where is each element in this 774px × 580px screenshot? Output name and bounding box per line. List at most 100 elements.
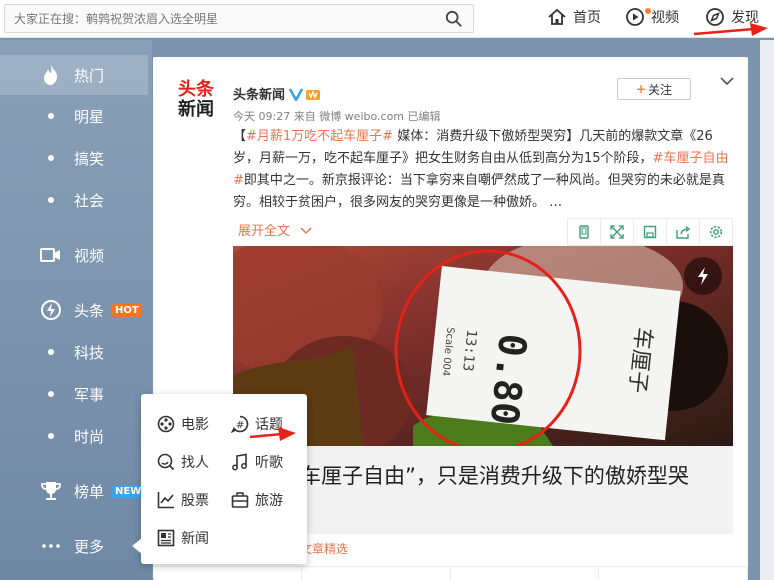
avatar-logo-line1: 头条 <box>178 79 214 100</box>
sidebar-item-label: 社会 <box>74 191 105 210</box>
action-cell[interactable] <box>599 567 748 580</box>
sidebar-item-star[interactable]: 明星 <box>0 96 148 136</box>
chevron-down-icon[interactable] <box>720 76 734 86</box>
more-popup-menu: 电影 # 话题 找人 听歌 股票 旅游 新闻 <box>141 394 307 564</box>
popup-item-label: 听歌 <box>255 455 283 471</box>
top-bar: 首页 视频 发现 <box>0 0 774 38</box>
follow-button[interactable]: + 关注 <box>617 78 691 100</box>
bullet-icon <box>48 113 54 119</box>
flash-button[interactable] <box>684 257 722 295</box>
popup-item-stocks[interactable]: 股票 <box>157 490 209 510</box>
post-action-bar <box>153 566 748 580</box>
popup-item-label: 找人 <box>181 455 209 471</box>
nav-home[interactable]: 首页 <box>547 7 601 27</box>
hot-badge: HOT <box>112 303 142 317</box>
save-button[interactable] <box>634 219 667 245</box>
sidebar-item-military[interactable]: 军事 <box>0 374 148 414</box>
sidebar-item-video[interactable]: 视频 <box>0 235 148 275</box>
popup-item-music[interactable]: 听歌 <box>231 452 283 472</box>
post-text: 【#月薪1万吃不起车厘子# 媒体：消费升级下傲娇型哭穷】几天前的爆款文章《26岁… <box>233 126 737 214</box>
trophy-icon <box>40 480 62 502</box>
expand-icon <box>610 225 624 239</box>
sidebar-item-label: 榜单 <box>74 482 105 501</box>
popup-item-find-people[interactable]: 找人 <box>157 452 209 472</box>
red-arrow-annotation <box>249 427 296 441</box>
lightning-icon <box>40 299 62 321</box>
popup-item-label: 旅游 <box>255 493 283 509</box>
video-camera-icon <box>40 244 62 266</box>
newspaper-icon <box>157 529 175 547</box>
author-avatar[interactable]: 头条 新闻 <box>178 80 218 124</box>
cherry-price-tag-photo: 车厘子 0.80 13:13 Scale 004 <box>233 246 733 446</box>
search-icon[interactable] <box>445 10 463 28</box>
article-source[interactable]: 文章精选 <box>300 540 348 557</box>
author-name-text: 头条新闻 <box>233 88 286 103</box>
search-person-icon <box>157 453 175 471</box>
media-toolbar <box>567 218 733 246</box>
post-image[interactable]: 车厘子 0.80 13:13 Scale 004 <box>233 246 733 446</box>
svg-text:#: # <box>236 420 244 431</box>
post-meta: 今天 09:27 来自 微博 weibo.com 已编辑 <box>233 110 441 123</box>
bullet-icon <box>48 433 54 439</box>
search-input[interactable] <box>5 5 425 32</box>
bullet-icon <box>48 197 54 203</box>
plus-icon: + <box>635 82 647 96</box>
popup-item-label: 电影 <box>181 417 209 433</box>
text-bracket: 【 <box>233 129 247 144</box>
sidebar-item-label: 明星 <box>74 107 105 126</box>
sidebar-item-tech[interactable]: 科技 <box>0 332 148 372</box>
popup-caret <box>132 538 142 554</box>
sidebar-item-more[interactable]: 更多 <box>0 526 148 566</box>
sidebar-item-label: 头条 <box>74 301 105 320</box>
hashtag-bubble-icon: # <box>231 415 249 433</box>
original-size-button[interactable] <box>568 219 601 245</box>
sidebar-item-headline[interactable]: 头条 HOT <box>0 290 148 330</box>
expand-full-text[interactable]: 展开全文 <box>238 220 312 239</box>
follow-label: 关注 <box>648 82 673 97</box>
text-segment: 即其中之一。新京报评论：当下拿穷来自嘲俨然成了一种风尚。但哭穷的未必就是真穷。相… <box>233 173 725 210</box>
popup-item-news[interactable]: 新闻 <box>157 528 209 548</box>
right-scroll-area <box>760 40 774 580</box>
share-icon <box>676 225 690 239</box>
sidebar-item-label: 搞笑 <box>74 149 105 168</box>
nav-video-label: 视频 <box>651 10 679 26</box>
search-box[interactable] <box>4 4 474 33</box>
sidebar-item-label: 时尚 <box>74 427 105 446</box>
sidebar-item-society[interactable]: 社会 <box>0 180 148 220</box>
sidebar-item-label: 科技 <box>74 343 105 362</box>
flame-icon <box>40 64 62 86</box>
sidebar-item-fashion[interactable]: 时尚 <box>0 416 148 456</box>
film-reel-icon <box>157 415 175 433</box>
topic-link[interactable]: #月薪1万吃不起车厘子# <box>246 129 393 144</box>
popup-item-movie[interactable]: 电影 <box>157 414 209 434</box>
fullscreen-button[interactable] <box>601 219 634 245</box>
bullet-icon <box>48 349 54 355</box>
phone-icon <box>579 225 589 239</box>
sidebar-item-funny[interactable]: 搞笑 <box>0 138 148 178</box>
sidebar-item-label: 更多 <box>74 537 105 556</box>
share-button[interactable] <box>667 219 700 245</box>
home-icon <box>548 8 566 25</box>
nav-home-label: 首页 <box>573 10 601 26</box>
expand-label: 展开全文 <box>238 224 291 239</box>
sidebar-item-label: 视频 <box>74 246 105 265</box>
chevron-down-icon <box>300 227 312 235</box>
save-icon <box>643 225 657 239</box>
popup-item-travel[interactable]: 旅游 <box>231 490 283 510</box>
music-note-icon <box>232 453 247 471</box>
red-arrow-annotation <box>693 23 768 36</box>
action-cell[interactable] <box>302 567 451 580</box>
video-play-icon <box>626 8 644 26</box>
nav-video[interactable]: 视频 <box>625 7 679 27</box>
stock-chart-icon <box>157 492 174 509</box>
action-cell[interactable] <box>451 567 600 580</box>
popup-item-label: 股票 <box>181 493 209 509</box>
sidebar-item-label: 热门 <box>74 66 105 85</box>
sidebar-item-hot[interactable]: 热门 <box>0 55 148 95</box>
suitcase-icon <box>231 492 249 508</box>
author-name[interactable]: 头条新闻 <box>233 84 321 103</box>
article-title[interactable]: 车厘子自由”，只是消费升级下的傲娇型哭 <box>300 460 733 490</box>
sidebar-item-ranking[interactable]: 榜单 NEW <box>0 471 148 511</box>
action-cell[interactable] <box>153 567 302 580</box>
settings-button[interactable] <box>700 219 732 245</box>
